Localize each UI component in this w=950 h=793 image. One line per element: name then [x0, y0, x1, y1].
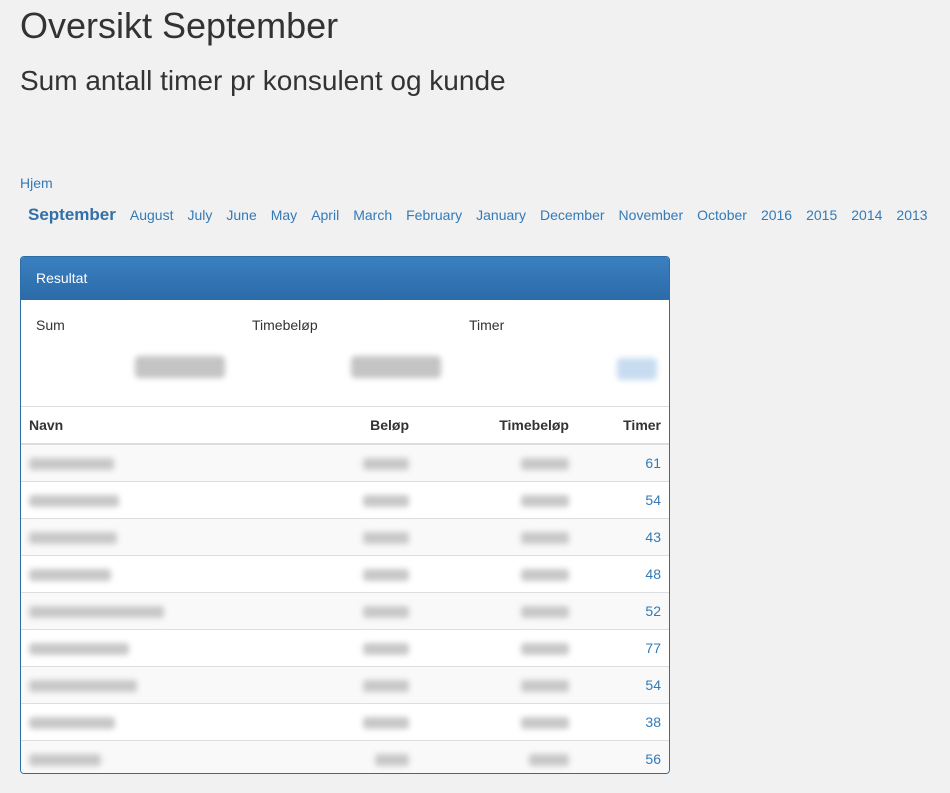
- cell-belop-redacted: [297, 518, 417, 556]
- year-link-2015[interactable]: 2015: [806, 207, 837, 223]
- month-link-june[interactable]: June: [226, 207, 256, 223]
- cell-timebelop-redacted: [417, 592, 577, 630]
- cell-timer[interactable]: 54: [577, 481, 669, 519]
- table-row: 77: [21, 629, 669, 667]
- cell-timer[interactable]: 77: [577, 629, 669, 667]
- cell-timer[interactable]: 61: [577, 443, 669, 482]
- cell-timebelop-redacted: [417, 629, 577, 667]
- month-link-may[interactable]: May: [271, 207, 297, 223]
- year-link-2013[interactable]: 2013: [896, 207, 927, 223]
- cell-belop-redacted: [297, 666, 417, 704]
- cell-navn-redacted: [21, 629, 297, 667]
- month-link-april[interactable]: April: [311, 207, 339, 223]
- page-title: Oversikt September: [20, 5, 339, 46]
- table-row: 61: [21, 443, 669, 482]
- cell-navn-redacted: [21, 592, 297, 630]
- col-header-timer: Timer: [577, 407, 669, 445]
- cell-belop-redacted: [297, 481, 417, 519]
- table-row: 48: [21, 555, 669, 593]
- cell-timebelop-redacted: [417, 666, 577, 704]
- result-panel: Resultat Sum Timebeløp Timer Navn Beløp …: [20, 256, 670, 774]
- cell-timer[interactable]: 48: [577, 555, 669, 593]
- cell-timebelop-redacted: [417, 703, 577, 741]
- cell-belop-redacted: [297, 629, 417, 667]
- month-link-july[interactable]: July: [187, 207, 212, 223]
- cell-navn-redacted: [21, 703, 297, 741]
- cell-belop-redacted: [297, 592, 417, 630]
- cell-navn-redacted: [21, 481, 297, 519]
- table-row: 43: [21, 518, 669, 556]
- cell-timebelop-redacted: [417, 740, 577, 773]
- month-link-december[interactable]: December: [540, 207, 605, 223]
- results-table: Navn Beløp Timebeløp Timer 61 54 43 48 5…: [21, 407, 669, 773]
- year-link-2016[interactable]: 2016: [761, 207, 792, 223]
- summary-value-timebelop-redacted: [351, 356, 441, 378]
- col-header-belop: Beløp: [297, 407, 417, 445]
- cell-timer[interactable]: 52: [577, 592, 669, 630]
- month-link-september[interactable]: September: [28, 205, 116, 225]
- cell-belop-redacted: [297, 555, 417, 593]
- cell-timebelop-redacted: [417, 443, 577, 482]
- page-subtitle: Sum antall timer pr konsulent og kunde: [20, 65, 506, 96]
- col-header-navn: Navn: [21, 407, 297, 445]
- cell-navn-redacted: [21, 666, 297, 704]
- cell-timer[interactable]: 43: [577, 518, 669, 556]
- summary-value-sum-redacted: [135, 356, 225, 378]
- month-link-august[interactable]: August: [130, 207, 174, 223]
- cell-navn-redacted: [21, 518, 297, 556]
- table-row: 54: [21, 666, 669, 704]
- year-link-2014[interactable]: 2014: [851, 207, 882, 223]
- table-row: 56: [21, 740, 669, 773]
- cell-timebelop-redacted: [417, 555, 577, 593]
- cell-timebelop-redacted: [417, 481, 577, 519]
- table-row: 38: [21, 703, 669, 741]
- cell-navn-redacted: [21, 740, 297, 773]
- table-row: 52: [21, 592, 669, 630]
- month-link-march[interactable]: March: [353, 207, 392, 223]
- cell-navn-redacted: [21, 443, 297, 482]
- home-link[interactable]: Hjem: [20, 175, 53, 191]
- cell-timebelop-redacted: [417, 518, 577, 556]
- cell-belop-redacted: [297, 703, 417, 741]
- table-row: 54: [21, 481, 669, 519]
- cell-belop-redacted: [297, 740, 417, 773]
- month-link-october[interactable]: October: [697, 207, 747, 223]
- summary-label-timer: Timer: [469, 317, 505, 333]
- month-link-january[interactable]: January: [476, 207, 526, 223]
- cell-timer[interactable]: 54: [577, 666, 669, 704]
- cell-timer[interactable]: 38: [577, 703, 669, 741]
- col-header-timebelop: Timebeløp: [417, 407, 577, 445]
- panel-heading: Resultat: [21, 257, 669, 300]
- month-link-february[interactable]: February: [406, 207, 462, 223]
- summary-value-timer-redacted: [617, 358, 657, 380]
- cell-belop-redacted: [297, 443, 417, 482]
- summary-label-timebelop: Timebeløp: [252, 317, 318, 333]
- summary-label-sum: Sum: [36, 317, 65, 333]
- cell-timer[interactable]: 56: [577, 740, 669, 773]
- summary-section: Sum Timebeløp Timer: [21, 300, 669, 407]
- month-link-november[interactable]: November: [619, 207, 684, 223]
- month-nav: September August July June May April Mar…: [28, 205, 942, 225]
- cell-navn-redacted: [21, 555, 297, 593]
